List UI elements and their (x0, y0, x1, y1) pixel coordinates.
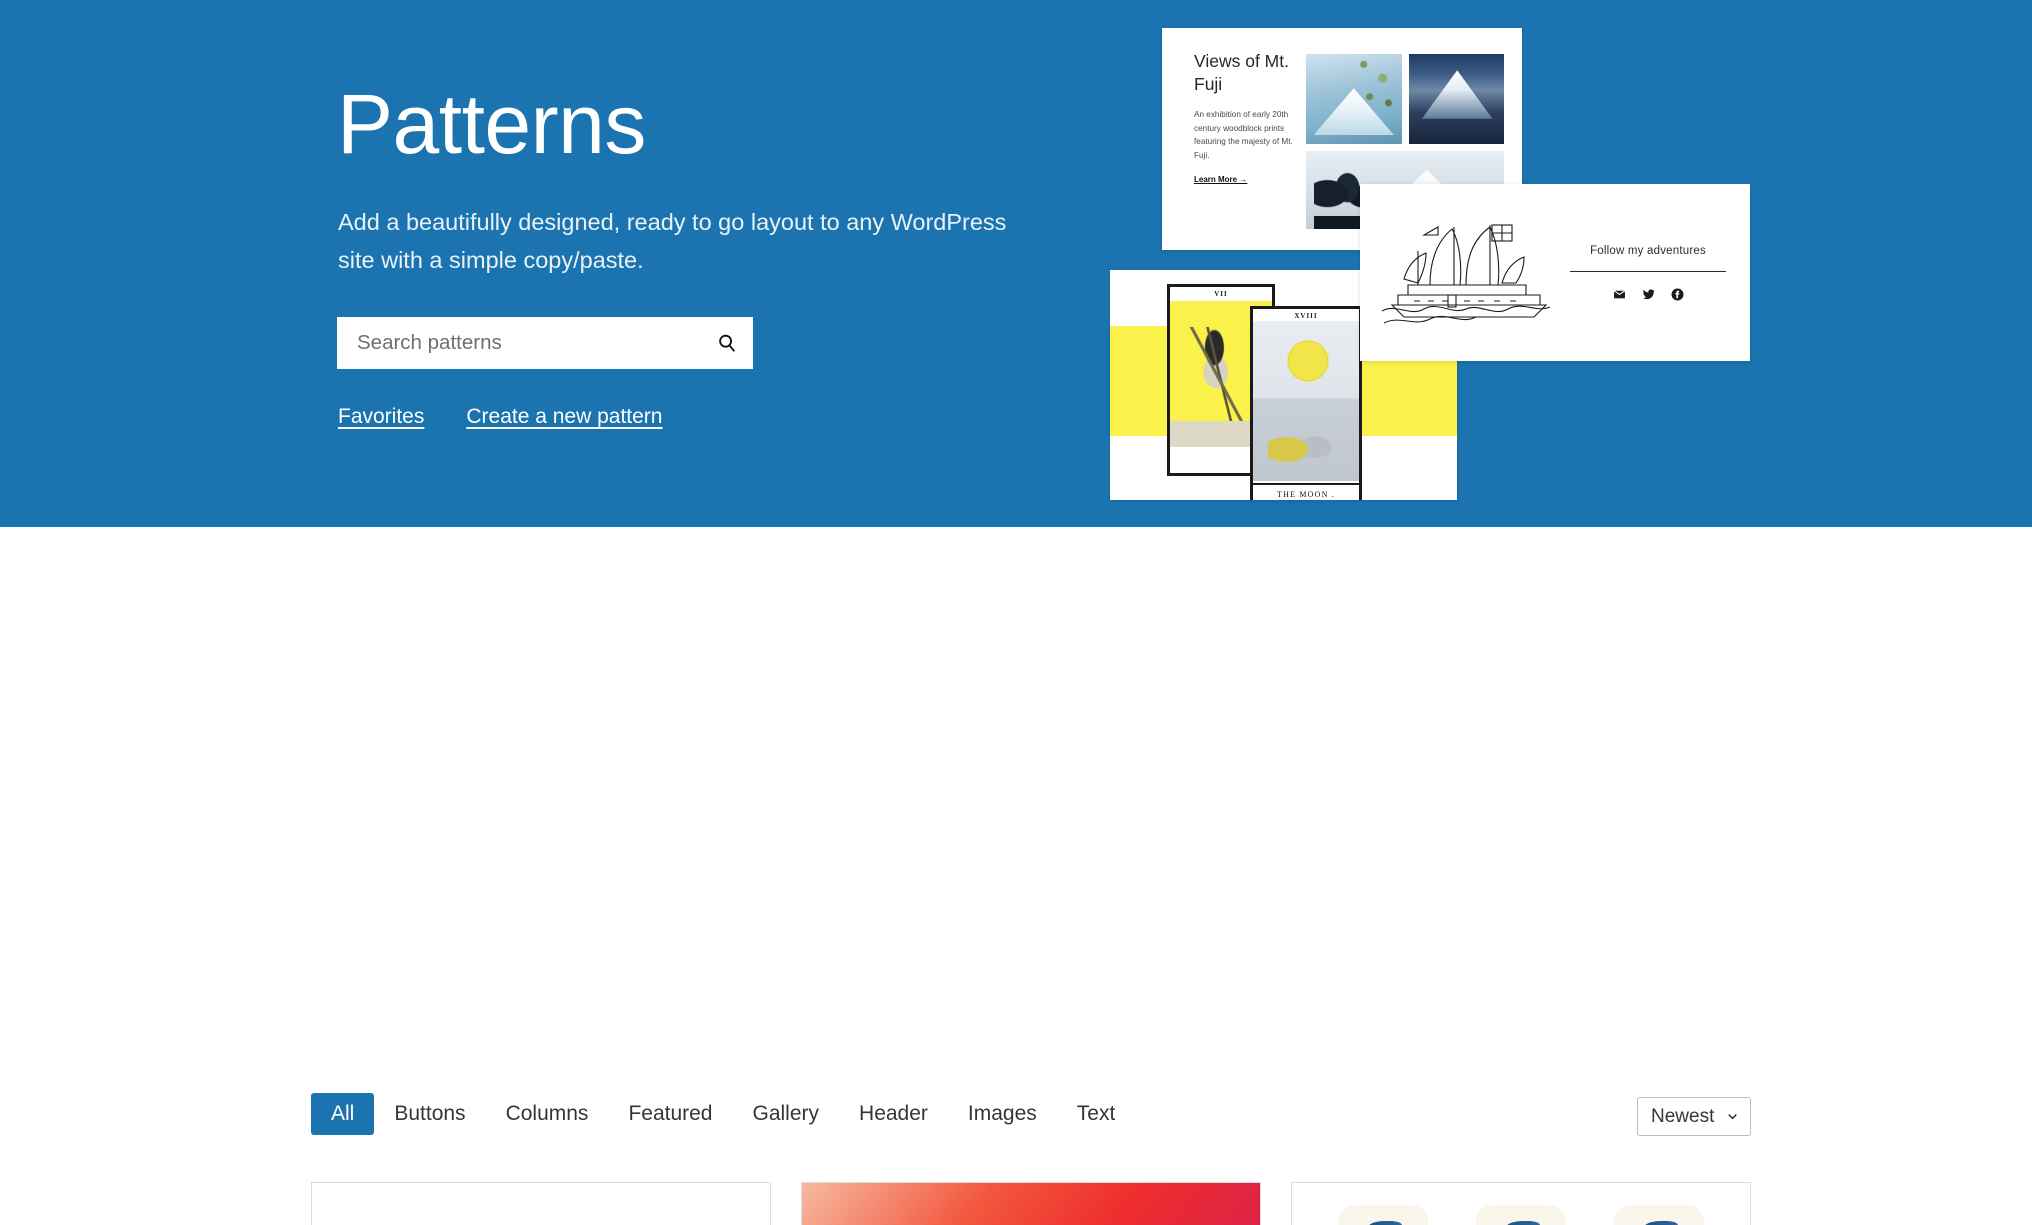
pattern-card[interactable]: CEO / Founder Person Name 1 Lorem ipsum … (1291, 1182, 1751, 1225)
fuji-heading: Views of Mt. Fuji (1194, 51, 1289, 94)
tab-text[interactable]: Text (1057, 1093, 1136, 1135)
tab-images[interactable]: Images (948, 1093, 1057, 1135)
chevron-down-icon (1728, 1114, 1737, 1120)
member-photo (1338, 1205, 1428, 1225)
pattern-card[interactable]: Business Advice from Worldclass Expert! … (801, 1182, 1261, 1225)
fuji-text-column: Views of Mt. Fuji An exhibition of early… (1194, 50, 1306, 250)
search-button[interactable] (701, 317, 753, 369)
search-input[interactable] (337, 317, 701, 369)
pattern-preview-main-header[interactable]: Business Advice from Worldclass Expert! … (801, 1182, 1261, 1225)
tab-buttons[interactable]: Buttons (374, 1093, 485, 1135)
category-tabs: All Buttons Columns Featured Gallery Hea… (311, 1093, 1135, 1135)
tab-columns[interactable]: Columns (486, 1093, 609, 1135)
search-bar[interactable] (337, 317, 753, 369)
team-member: Co-Founder Person Name 2 Lorem ipsum dol… (1462, 1205, 1580, 1225)
page-title: Patterns (337, 77, 646, 171)
pattern-preview-our-team[interactable]: CEO / Founder Person Name 1 Lorem ipsum … (1291, 1182, 1751, 1225)
follow-heading: Follow my adventures (1590, 244, 1706, 257)
ship-follow-column: Follow my adventures (1564, 245, 1750, 301)
search-icon (719, 334, 736, 352)
tab-featured[interactable]: Featured (608, 1093, 732, 1135)
pattern-card[interactable]: I'M FANCY TRACY Creative Director based … (311, 1182, 771, 1225)
sort-select[interactable]: Newest (1637, 1097, 1751, 1136)
hero-section: Patterns Add a beautifully designed, rea… (0, 0, 2032, 527)
member-photo (1614, 1205, 1704, 1225)
tab-all[interactable]: All (311, 1093, 375, 1135)
pattern-preview-about-section[interactable]: I'M FANCY TRACY Creative Director based … (311, 1182, 771, 1225)
team-member: CEO / Founder Person Name 1 Lorem ipsum … (1324, 1205, 1442, 1225)
ship-preview-card: Follow my adventures (1360, 184, 1750, 361)
twitter-icon (1642, 288, 1655, 301)
facebook-icon (1671, 288, 1684, 301)
tab-header[interactable]: Header (839, 1093, 948, 1135)
hero-artwork: Views of Mt. Fuji An exhibition of early… (1110, 0, 2032, 527)
tarot-card-two-art (1253, 321, 1359, 481)
fuji-image-night (1408, 54, 1504, 144)
follow-social-icons (1564, 288, 1732, 301)
create-new-pattern-link[interactable]: Create a new pattern (466, 405, 662, 429)
tab-gallery[interactable]: Gallery (733, 1093, 840, 1135)
tarot-card-two-numeral: XVIII (1294, 312, 1318, 320)
hero-subtitle: Add a beautifully designed, ready to go … (338, 209, 1007, 273)
member-photo (1476, 1205, 1566, 1225)
patterns-grid: I'M FANCY TRACY Creative Director based … (311, 1182, 1751, 1225)
tarot-card-one-numeral: VII (1214, 290, 1228, 298)
mail-icon (1613, 288, 1626, 301)
fuji-image-blossom (1306, 54, 1402, 144)
hero-links: Favorites Create a new pattern (338, 405, 662, 429)
tarot-card-two-label: THE MOON . (1253, 483, 1359, 500)
fuji-learn-more-link: Learn More → (1194, 175, 1248, 184)
ship-engraving-illustration (1374, 213, 1564, 333)
favorites-link[interactable]: Favorites (338, 405, 424, 429)
hero-content: Patterns Add a beautifully designed, rea… (337, 0, 1037, 527)
fuji-body: An exhibition of early 20th century wood… (1194, 110, 1293, 160)
tarot-card-the-moon: XVIII THE MOON . (1250, 306, 1362, 500)
team-member: Co-Founder Person Name 3 Lorem ipsum dol… (1600, 1205, 1718, 1225)
divider (1570, 270, 1726, 272)
sort-selected-value: Newest (1651, 1105, 1715, 1127)
